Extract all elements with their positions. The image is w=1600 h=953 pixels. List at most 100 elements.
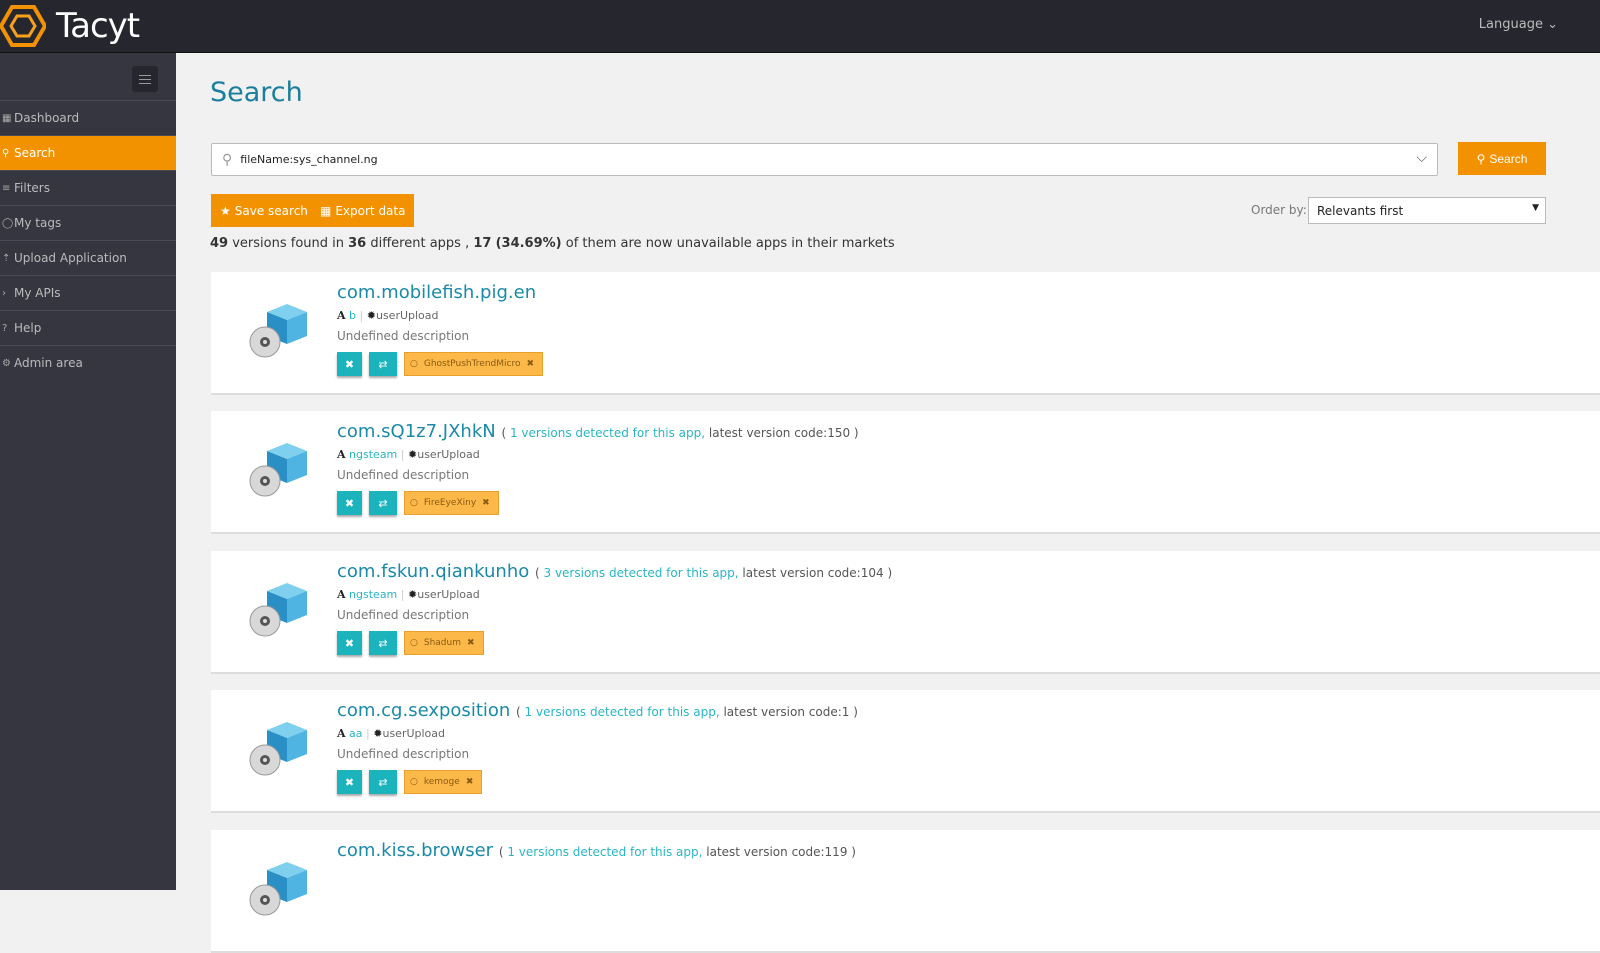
result-card: com.fskun.qiankunho ( 3 versions detecte…: [211, 551, 1600, 674]
tag-badge[interactable]: ○ kemoge ✖: [404, 770, 483, 794]
summary-text: versions found in: [228, 236, 349, 251]
swap-icon: ⇄: [378, 357, 388, 371]
unavailable-percent: (34.69%): [495, 236, 562, 251]
latest-version-code: latest version code:119 ): [702, 845, 856, 859]
tag-label: FireEyeXiny: [423, 498, 477, 508]
app-package-icon: [247, 300, 311, 364]
android-icon: ✹: [366, 309, 376, 322]
compare-button[interactable]: ⇄: [369, 491, 397, 515]
author-link[interactable]: ngsteam: [349, 588, 397, 601]
app-package-icon: [247, 439, 311, 503]
author-link[interactable]: aa: [349, 727, 362, 740]
order-by-select[interactable]: Relevants first ▼: [1308, 197, 1546, 224]
summary-text: different apps ,: [366, 236, 474, 251]
sidebar-item-label: Help: [14, 321, 42, 335]
close-icon: ✖: [344, 775, 355, 789]
remove-button[interactable]: ✖: [337, 491, 362, 515]
logo[interactable]: Tacyt: [0, 4, 140, 48]
summary-text: of them are now unavailable apps in thei…: [561, 236, 895, 251]
app-name-link[interactable]: com.kiss.browser: [337, 840, 493, 861]
sidebar-item-label: My tags: [14, 216, 62, 230]
remove-button[interactable]: ✖: [337, 352, 362, 376]
version-info: ( 1 versions detected for this app, late…: [498, 845, 856, 859]
search-query: fileName:sys_channel.ng: [240, 153, 378, 166]
close-icon[interactable]: ✖: [526, 359, 534, 369]
menu-toggle-button[interactable]: [132, 66, 158, 92]
sidebar-item-dashboard[interactable]: ▦ Dashboard: [0, 100, 176, 135]
chevron-down-icon[interactable]: ⌵: [1416, 150, 1427, 166]
compare-button[interactable]: ⇄: [369, 631, 397, 655]
app-name-link[interactable]: com.mobilefish.pig.en: [337, 282, 536, 303]
author-icon: A: [337, 448, 346, 461]
sidebar-item-help[interactable]: ? Help: [0, 310, 176, 345]
app-origin: A b | ✹userUpload: [337, 309, 439, 322]
source-label: userUpload: [417, 588, 480, 601]
author-link[interactable]: ngsteam: [349, 448, 397, 461]
latest-version-code: latest version code:104 ): [738, 566, 893, 580]
compare-button[interactable]: ⇄: [369, 770, 397, 794]
tag-icon: ○: [410, 777, 418, 787]
search-icon: ⚲: [222, 151, 233, 168]
swap-icon: ⇄: [378, 775, 388, 789]
result-actions: ✖ ⇄ ○ FireEyeXiny ✖: [337, 491, 499, 515]
android-icon: ✹: [408, 588, 418, 601]
help-icon: ?: [2, 322, 8, 334]
language-menu[interactable]: Language ⌄: [1479, 17, 1558, 32]
tag-icon: ○: [410, 638, 418, 648]
search-button[interactable]: ⚲ Search: [1458, 142, 1546, 175]
save-search-button[interactable]: ★ Save search: [211, 194, 317, 227]
filter-icon: ≡: [2, 182, 11, 194]
tag-label: GhostPushTrendMicro: [423, 359, 521, 369]
author-icon: A: [337, 727, 346, 740]
result-title-row: com.sQ1z7.JXhkN ( 1 versions detected fo…: [337, 421, 859, 442]
latest-version-code: latest version code:150 ): [705, 426, 859, 440]
chevron-right-icon: ›: [2, 287, 6, 299]
version-info: ( 1 versions detected for this app, late…: [516, 705, 858, 719]
tag-icon: ○: [410, 359, 418, 369]
sidebar-item-admin-area[interactable]: ⚙ Admin area: [0, 345, 176, 380]
tag-badge[interactable]: ○ FireEyeXiny ✖: [404, 491, 499, 515]
tag-badge[interactable]: ○ GhostPushTrendMicro ✖: [404, 352, 544, 376]
app-description: Undefined description: [337, 468, 470, 482]
export-data-button[interactable]: ▦ Export data: [311, 194, 415, 227]
app-package-icon: [247, 858, 311, 922]
table-icon: ▦: [320, 203, 332, 218]
app-name-link[interactable]: com.sQ1z7.JXhkN: [337, 421, 496, 442]
app-name-link[interactable]: com.fskun.qiankunho: [337, 561, 529, 582]
versions-link[interactable]: 1 versions detected for this app,: [525, 705, 720, 719]
sidebar-item-label: Upload Application: [14, 251, 127, 265]
compare-button[interactable]: ⇄: [369, 352, 397, 376]
android-icon: ✹: [408, 448, 418, 461]
swap-icon: ⇄: [378, 496, 388, 510]
close-icon: ✖: [344, 636, 355, 650]
result-title-row: com.mobilefish.pig.en: [337, 282, 536, 303]
result-actions: ✖ ⇄ ○ Shadum ✖: [337, 631, 484, 655]
close-icon[interactable]: ✖: [466, 777, 474, 787]
result-card: com.mobilefish.pig.en A b | ✹userUpload U…: [211, 272, 1600, 395]
source-label: userUpload: [382, 727, 446, 740]
versions-link[interactable]: 3 versions detected for this app,: [544, 566, 739, 580]
versions-link[interactable]: 1 versions detected for this app,: [510, 426, 705, 440]
sidebar-item-upload-application[interactable]: ⇡ Upload Application: [0, 240, 176, 275]
export-data-label: Export data: [335, 203, 406, 218]
result-title-row: com.cg.sexposition ( 1 versions detected…: [337, 700, 858, 721]
sidebar-item-my-tags[interactable]: ◯ My tags: [0, 205, 176, 240]
latest-version-code: latest version code:1 ): [719, 705, 858, 719]
result-title-row: com.fskun.qiankunho ( 3 versions detecte…: [337, 561, 892, 582]
results-summary: 49 versions found in 36 different apps ,…: [210, 236, 895, 251]
versions-count: 49: [210, 236, 229, 251]
tag-badge[interactable]: ○ Shadum ✖: [404, 631, 484, 655]
close-icon[interactable]: ✖: [467, 638, 475, 648]
remove-button[interactable]: ✖: [337, 770, 362, 794]
sidebar-item-search[interactable]: ⚲ Search: [0, 135, 176, 170]
close-icon[interactable]: ✖: [482, 498, 490, 508]
remove-button[interactable]: ✖: [337, 631, 362, 655]
versions-link[interactable]: 1 versions detected for this app,: [507, 845, 702, 859]
app-name-link[interactable]: com.cg.sexposition: [337, 700, 510, 721]
app-description: Undefined description: [337, 747, 470, 761]
author-link[interactable]: b: [349, 309, 356, 322]
sidebar-item-filters[interactable]: ≡ Filters: [0, 170, 176, 205]
search-input[interactable]: ⚲ fileName:sys_channel.ng ⌵: [211, 143, 1438, 176]
app-description: Undefined description: [337, 329, 470, 343]
sidebar-item-my-apis[interactable]: › My APIs: [0, 275, 176, 310]
